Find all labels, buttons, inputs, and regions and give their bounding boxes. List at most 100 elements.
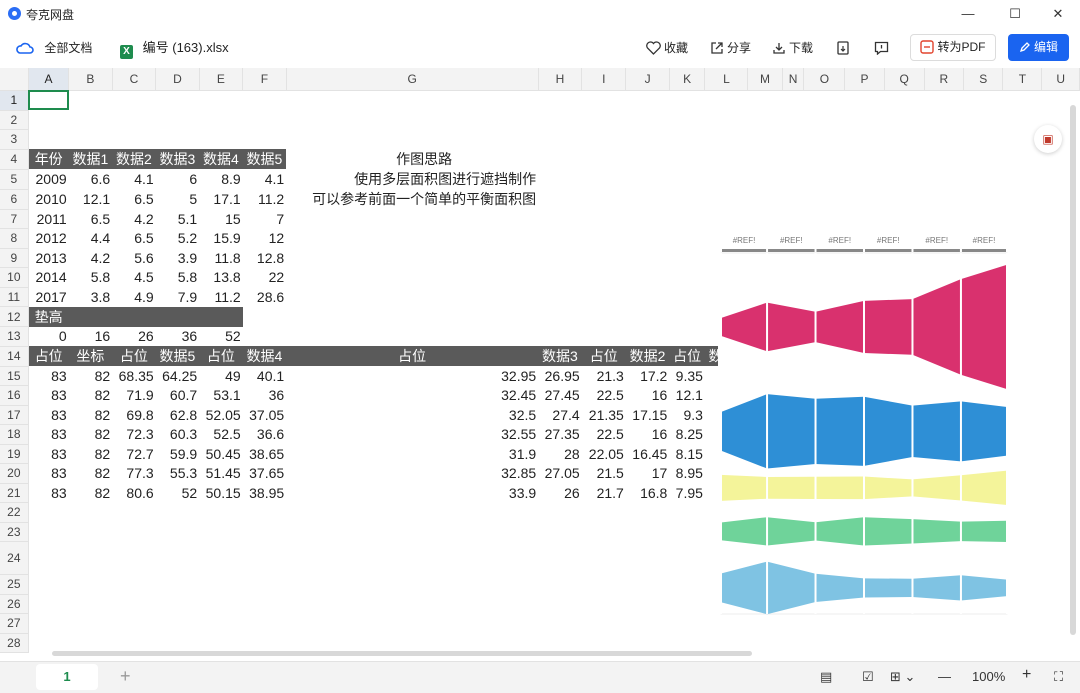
row-header[interactable]: 6 bbox=[0, 189, 29, 210]
cell[interactable] bbox=[884, 149, 924, 169]
cell[interactable] bbox=[28, 542, 68, 575]
cell[interactable] bbox=[964, 614, 1003, 634]
cell[interactable]: 6.6 bbox=[69, 169, 113, 189]
cell[interactable] bbox=[1003, 189, 1042, 209]
cell[interactable]: 26 bbox=[112, 327, 156, 347]
cell[interactable]: 21.5 bbox=[582, 464, 626, 484]
cell[interactable]: 5.1 bbox=[156, 209, 200, 229]
row-header[interactable]: 22 bbox=[0, 502, 29, 523]
cell[interactable] bbox=[199, 522, 243, 542]
cell[interactable]: 12.1 bbox=[69, 189, 113, 209]
row-header[interactable]: 1 bbox=[0, 90, 29, 111]
cell[interactable] bbox=[964, 90, 1003, 110]
cell[interactable] bbox=[748, 130, 782, 150]
cell[interactable] bbox=[669, 542, 705, 575]
cell[interactable] bbox=[845, 169, 884, 189]
cell[interactable] bbox=[626, 614, 670, 634]
cell[interactable] bbox=[782, 130, 804, 150]
cell[interactable]: 13.8 bbox=[199, 268, 243, 288]
cell[interactable]: 11.2 bbox=[199, 287, 243, 307]
cell[interactable]: 52 bbox=[199, 327, 243, 347]
column-header[interactable]: K bbox=[669, 68, 706, 91]
cell[interactable] bbox=[69, 522, 113, 542]
cell[interactable]: 69.8 bbox=[112, 405, 156, 425]
cell[interactable] bbox=[626, 149, 670, 169]
cell[interactable]: 8.9 bbox=[199, 169, 243, 189]
cell[interactable]: 16.45 bbox=[626, 444, 670, 464]
cell[interactable] bbox=[156, 614, 200, 634]
cell[interactable]: 6.5 bbox=[69, 209, 113, 229]
cell[interactable] bbox=[705, 169, 748, 189]
row-header[interactable]: 12 bbox=[0, 306, 29, 327]
cell[interactable]: 21.35 bbox=[582, 405, 626, 425]
cell[interactable]: 16 bbox=[626, 386, 670, 406]
cell[interactable] bbox=[69, 130, 113, 150]
zoom-out-button[interactable]: — bbox=[938, 669, 951, 684]
cell[interactable] bbox=[669, 614, 705, 634]
cell[interactable] bbox=[155, 306, 200, 327]
cell[interactable] bbox=[582, 110, 626, 130]
cell[interactable] bbox=[748, 90, 782, 110]
cell[interactable] bbox=[669, 575, 705, 595]
row-header[interactable]: 14 bbox=[0, 346, 29, 367]
cell[interactable]: 数据5 bbox=[242, 149, 287, 169]
cell[interactable] bbox=[924, 169, 964, 189]
cell[interactable]: 数据3 bbox=[155, 149, 200, 169]
cell[interactable]: 坐标 bbox=[68, 346, 113, 366]
cell[interactable] bbox=[845, 614, 884, 634]
cell[interactable]: 4.2 bbox=[112, 209, 156, 229]
cell[interactable] bbox=[582, 189, 626, 209]
cell[interactable] bbox=[69, 594, 113, 614]
cell[interactable]: 4.4 bbox=[69, 229, 113, 249]
cell[interactable] bbox=[538, 594, 582, 614]
cell[interactable] bbox=[782, 90, 804, 110]
cell[interactable] bbox=[156, 110, 200, 130]
cell[interactable] bbox=[69, 110, 113, 130]
cell[interactable] bbox=[748, 189, 782, 209]
cell[interactable]: 83 bbox=[28, 444, 68, 464]
cell[interactable] bbox=[804, 110, 845, 130]
download-button[interactable]: 下载 bbox=[772, 38, 813, 58]
row-header[interactable]: 8 bbox=[0, 228, 29, 249]
row-header[interactable]: 13 bbox=[0, 326, 29, 347]
cell[interactable] bbox=[924, 149, 964, 169]
cell[interactable]: 83 bbox=[28, 464, 68, 484]
all-docs-link[interactable]: 全部文档 bbox=[16, 38, 92, 58]
row-header[interactable]: 26 bbox=[0, 594, 29, 614]
feedback-button[interactable] bbox=[874, 38, 892, 58]
cell[interactable] bbox=[884, 614, 924, 634]
cell[interactable] bbox=[28, 614, 68, 634]
cell[interactable] bbox=[705, 189, 748, 209]
column-header[interactable]: B bbox=[68, 68, 113, 91]
row-header[interactable]: 18 bbox=[0, 424, 29, 445]
cell[interactable]: 82 bbox=[69, 444, 113, 464]
cell[interactable] bbox=[804, 149, 845, 169]
cell[interactable] bbox=[538, 503, 582, 523]
column-header[interactable]: E bbox=[199, 68, 244, 91]
cell[interactable]: 22.05 bbox=[582, 444, 626, 464]
cell[interactable] bbox=[582, 229, 626, 249]
cell[interactable] bbox=[669, 503, 705, 523]
cell[interactable]: 27.35 bbox=[538, 425, 582, 445]
cell[interactable]: 数据4 bbox=[199, 149, 243, 169]
column-header[interactable]: F bbox=[242, 68, 287, 91]
cell[interactable] bbox=[845, 130, 884, 150]
cell[interactable] bbox=[705, 110, 748, 130]
cell[interactable] bbox=[626, 130, 670, 150]
cell[interactable]: 数据5 bbox=[155, 346, 200, 366]
cell[interactable] bbox=[69, 575, 113, 595]
cell[interactable] bbox=[286, 522, 538, 542]
convert-to-pdf-button[interactable]: 转为PDF bbox=[910, 34, 996, 61]
cell[interactable] bbox=[68, 306, 113, 327]
cell[interactable]: 4.9 bbox=[112, 287, 156, 307]
cell[interactable]: 6.5 bbox=[112, 189, 156, 209]
column-header[interactable]: H bbox=[538, 68, 583, 91]
row-header[interactable]: 17 bbox=[0, 405, 29, 425]
cell[interactable] bbox=[286, 130, 538, 150]
collect-button[interactable]: 收藏 bbox=[646, 38, 688, 58]
cell[interactable]: 5.8 bbox=[69, 268, 113, 288]
cell[interactable] bbox=[199, 503, 243, 523]
cell[interactable] bbox=[626, 248, 670, 268]
cell[interactable] bbox=[1003, 169, 1042, 189]
cell[interactable] bbox=[199, 130, 243, 150]
